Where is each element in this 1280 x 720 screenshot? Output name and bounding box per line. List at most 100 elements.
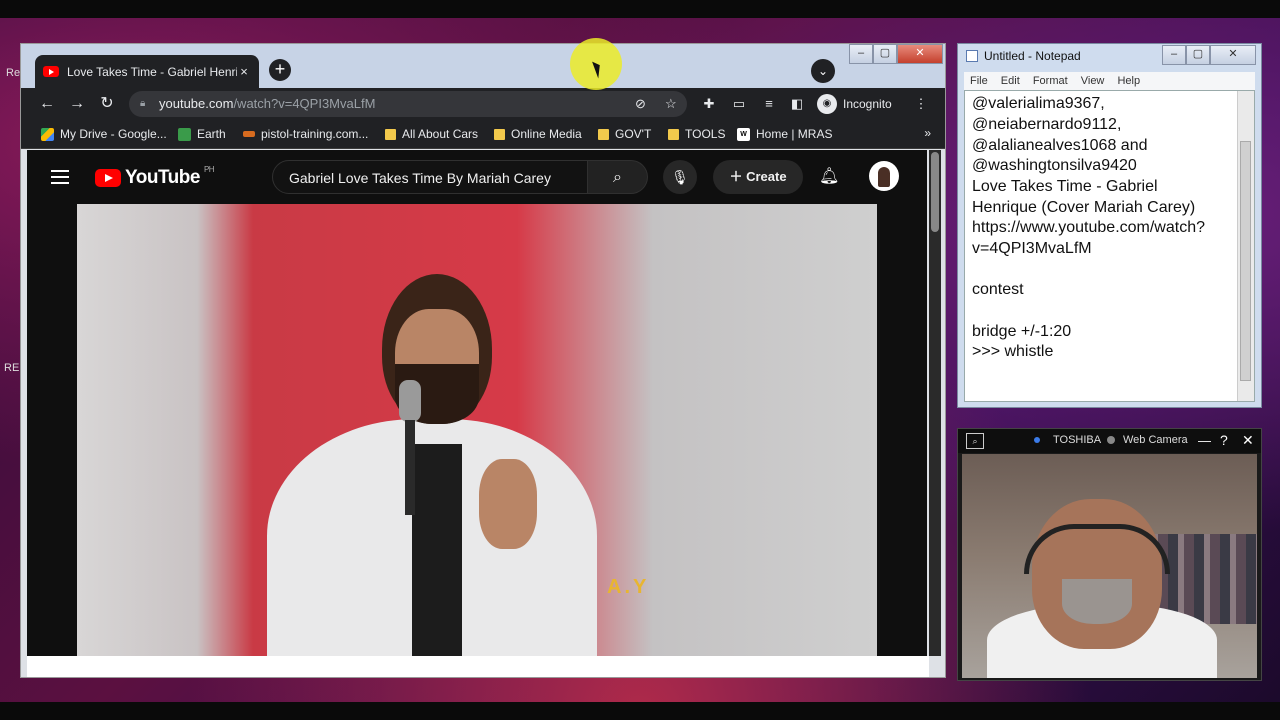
- address-host: youtube.com: [159, 96, 234, 111]
- notepad-scrollbar[interactable]: [1237, 91, 1254, 401]
- bookmark-folder-online-media[interactable]: Online Media: [494, 127, 582, 141]
- bookmarks-bar: My Drive - Google... Earth pistol-traini…: [21, 120, 945, 149]
- webcam-frame-beard: [1062, 579, 1132, 624]
- tab-title: Love Takes Time - Gabriel Henriq: [67, 64, 237, 79]
- webcam-frame-person: [1032, 499, 1162, 649]
- bookmark-label: pistol-training.com...: [261, 127, 369, 141]
- notepad-line: @valerialima9367,: [972, 95, 1105, 112]
- menu-view[interactable]: View: [1081, 75, 1105, 87]
- notepad-line: @alalianealves1068 and: [972, 137, 1148, 154]
- webcam-window: ⌕ TOSHIBA Web Camera — ? ✕: [957, 428, 1262, 681]
- google-drive-icon: [41, 127, 54, 141]
- notepad-close-button[interactable]: ✕: [1210, 45, 1256, 65]
- media-queue-icon[interactable]: ≡: [759, 94, 779, 114]
- webcam-close-button[interactable]: ✕: [1242, 432, 1254, 449]
- create-button[interactable]: ＋ Create: [713, 160, 803, 194]
- wix-icon: W: [737, 127, 750, 141]
- bookmark-my-drive[interactable]: My Drive - Google...: [41, 127, 167, 141]
- notepad-line: >>> whistle: [972, 343, 1054, 360]
- side-panel-icon[interactable]: ◧: [787, 94, 807, 114]
- tab-active[interactable]: Love Takes Time - Gabriel Henriq ×: [35, 55, 259, 88]
- hamburger-menu-icon[interactable]: [51, 170, 69, 184]
- bookmark-label: My Drive - Google...: [60, 127, 167, 141]
- bookmark-folder-govt[interactable]: GOV'T: [598, 127, 651, 141]
- video-player[interactable]: A.Y: [77, 204, 877, 656]
- notepad-text-area[interactable]: @valerialima9367, @neiabernardo9112, @al…: [964, 90, 1255, 402]
- search-icon[interactable]: ⌕: [588, 160, 648, 194]
- maximize-button[interactable]: ▢: [873, 44, 897, 64]
- camera-status-icon: [1107, 436, 1115, 444]
- youtube-favicon-icon: [43, 66, 59, 77]
- video-frame-singer-shirt: [412, 444, 462, 656]
- webcam-minimize-button[interactable]: —: [1198, 433, 1211, 448]
- webcam-feed: [962, 454, 1257, 678]
- notepad-minimize-button[interactable]: –: [1162, 45, 1186, 65]
- google-earth-icon: [178, 127, 191, 141]
- notepad-menu-bar: File Edit Format View Help: [964, 72, 1255, 90]
- extensions-icon[interactable]: ✚: [699, 94, 719, 114]
- new-tab-button[interactable]: +: [269, 59, 291, 81]
- forward-arrow-icon[interactable]: →: [67, 94, 87, 114]
- address-path: /watch?v=4QPI3MvaLfM: [233, 96, 376, 111]
- bookmark-home-mras[interactable]: W Home | MRAS: [737, 127, 832, 141]
- menu-format[interactable]: Format: [1033, 75, 1068, 87]
- tab-strip: Love Takes Time - Gabriel Henriq × + ⌄ –…: [21, 44, 945, 88]
- bookmark-folder-tools[interactable]: TOOLS: [668, 127, 725, 141]
- star-icon[interactable]: ☆: [665, 91, 677, 117]
- bookmark-earth[interactable]: Earth: [178, 127, 226, 141]
- close-window-button[interactable]: ✕: [897, 44, 943, 64]
- notepad-scrollbar-thumb[interactable]: [1240, 141, 1251, 381]
- notepad-maximize-button[interactable]: ▢: [1186, 45, 1210, 65]
- bookmark-label: Home | MRAS: [756, 127, 833, 141]
- bookmark-label: GOV'T: [615, 127, 652, 141]
- chrome-window: Love Takes Time - Gabriel Henriq × + ⌄ –…: [20, 43, 946, 678]
- notifications-bell-icon[interactable]: 🔔︎: [819, 166, 839, 186]
- webcam-brand: TOSHIBA: [1053, 434, 1102, 446]
- notepad-title-bar: Untitled - Notepad: [966, 49, 1081, 63]
- bookmark-label: All About Cars: [402, 127, 479, 141]
- bookmark-folder-all-about-cars[interactable]: All About Cars: [385, 127, 478, 141]
- tab-close-icon[interactable]: ×: [237, 64, 251, 79]
- youtube-masthead: YouTube PH Gabriel Love Takes Time By Ma…: [27, 150, 927, 204]
- bookmark-label: TOOLS: [685, 127, 726, 141]
- video-overlay-text: A.Y: [607, 576, 650, 598]
- youtube-logo-text: YouTube: [125, 167, 200, 188]
- incognito-icon: ◉: [817, 94, 837, 114]
- menu-file[interactable]: File: [970, 75, 988, 87]
- menu-edit[interactable]: Edit: [1001, 75, 1020, 87]
- folder-icon: [598, 128, 609, 140]
- snapshot-icon[interactable]: ⌕: [966, 433, 984, 449]
- browser-toolbar: ← → ↻ 🔒︎ youtube.com/watch?v=4QPI3MvaLfM…: [21, 88, 945, 120]
- minimize-button[interactable]: –: [849, 44, 873, 64]
- eye-off-icon[interactable]: ⊘: [635, 91, 646, 117]
- notepad-window: Untitled - Notepad – ▢ ✕ File Edit Forma…: [957, 43, 1262, 408]
- webcam-help-button[interactable]: ?: [1220, 432, 1228, 448]
- youtube-logo[interactable]: YouTube PH: [95, 165, 215, 189]
- video-frame-hand: [479, 459, 537, 549]
- below-video-area: [27, 656, 929, 677]
- incognito-indicator[interactable]: ◉ Incognito: [817, 93, 892, 115]
- lock-icon: 🔒︎: [140, 98, 146, 109]
- scrollbar-thumb[interactable]: [931, 152, 939, 232]
- country-code: PH: [203, 165, 215, 174]
- bookmark-label: Online Media: [511, 127, 582, 141]
- menu-help[interactable]: Help: [1117, 75, 1140, 87]
- menu-kebab-icon[interactable]: ⋮: [911, 94, 931, 114]
- cast-icon[interactable]: ▭: [729, 94, 749, 114]
- page-scrollbar[interactable]: [929, 150, 941, 656]
- back-arrow-icon[interactable]: ←: [37, 94, 57, 114]
- avatar[interactable]: [869, 161, 899, 191]
- bookmark-pistol-training[interactable]: pistol-training.com...: [243, 127, 368, 141]
- bookmarks-overflow-button[interactable]: »: [924, 126, 931, 140]
- notepad-title: Untitled - Notepad: [984, 49, 1081, 63]
- address-bar[interactable]: 🔒︎ youtube.com/watch?v=4QPI3MvaLfM ⊘ ☆: [129, 91, 687, 117]
- desktop-bottom-bar: [0, 702, 1280, 720]
- microphone-icon[interactable]: 🎙︎: [663, 160, 697, 194]
- incognito-label: Incognito: [843, 97, 892, 111]
- notepad-line: contest: [972, 281, 1024, 298]
- youtube-play-icon: [95, 169, 121, 187]
- notepad-line: @washingtonsilva9420: [972, 157, 1137, 174]
- search-input[interactable]: Gabriel Love Takes Time By Mariah Carey: [272, 160, 588, 194]
- reload-icon[interactable]: ↻: [97, 94, 117, 114]
- tab-search-button[interactable]: ⌄: [811, 59, 835, 83]
